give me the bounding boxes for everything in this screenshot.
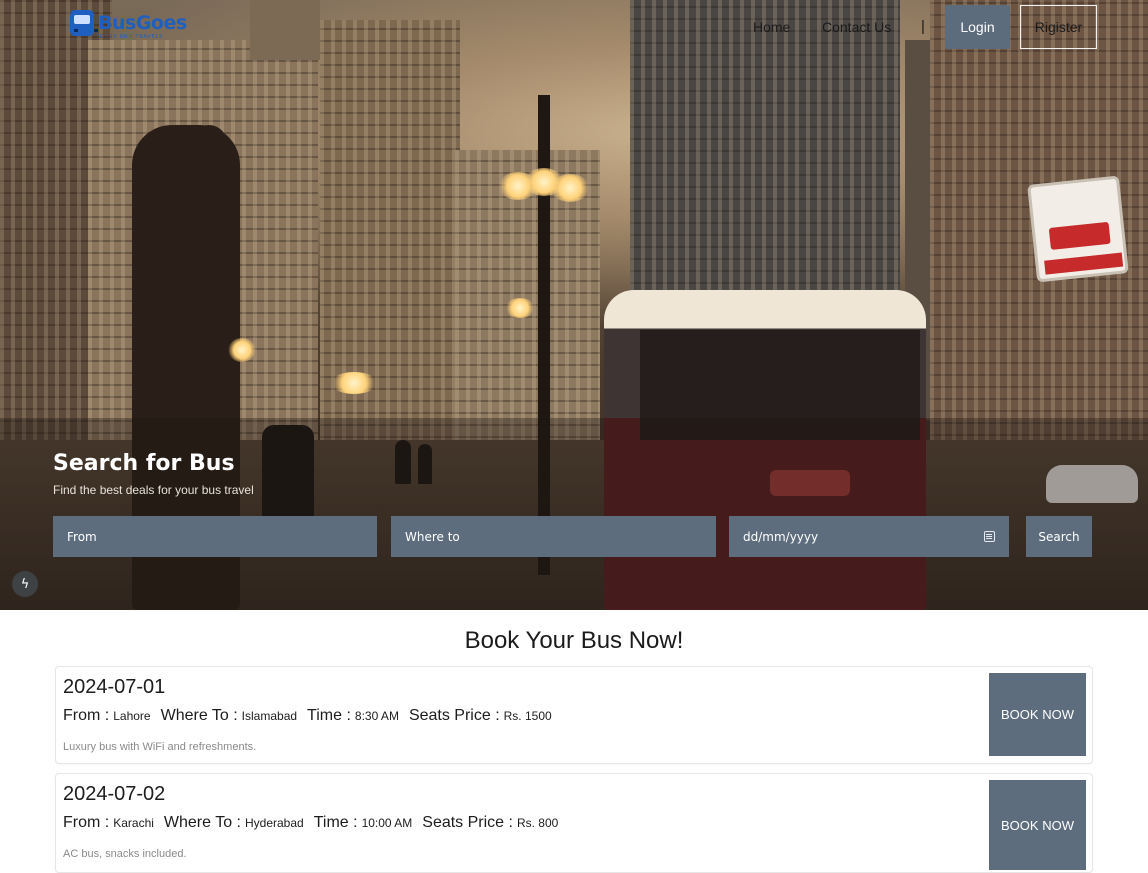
bus-listing-card: 2024-07-01 From : Lahore Where To : Isla… [55,666,1093,764]
listing-description: Luxury bus with WiFi and refreshments. [63,741,257,753]
time-value: 8:30 AM [354,709,399,723]
lightning-bolt-icon[interactable]: ϟ [12,571,38,597]
bus-stop-sign-panel [1048,221,1111,250]
brand-name: BusGoes [98,12,187,34]
to-label: Where To : [163,814,241,831]
price-label: Seats Price : [408,707,500,724]
bus-stop-sign [1027,175,1129,283]
brand-tagline: TOURS AND TRAVELS [96,34,164,40]
lamp-glow [505,298,535,318]
book-now-button[interactable]: BOOK NOW [989,673,1086,756]
book-now-button[interactable]: BOOK NOW [989,780,1086,870]
price-value: Rs. 800 [516,816,559,830]
from-value: Lahore [113,709,151,723]
from-label: From : [63,814,110,831]
from-label: From : [63,707,110,724]
search-button[interactable]: Search [1026,516,1092,557]
price-label: Seats Price : [422,814,513,831]
listing-details: From : Lahore Where To : Islamabad Time … [63,707,562,725]
hero-overlay [0,418,1148,610]
listing-details: From : Karachi Where To : Hyderabad Time… [63,814,568,832]
tow-zone-panel [1044,252,1124,275]
bus-icon [70,10,98,36]
from-input[interactable]: From [53,516,377,557]
listing-date: 2024-07-02 [63,783,166,805]
search-subtitle: Find the best deals for your bus travel [53,483,254,497]
listing-description: AC bus, snacks included. [63,848,187,860]
calendar-icon[interactable] [984,531,995,542]
nav-home-link[interactable]: Home [753,19,790,35]
date-placeholder: dd/mm/yyyy [743,529,819,544]
lamp-glow [228,338,256,362]
brand-logo[interactable]: BusGoes [70,10,187,36]
time-label: Time : [307,707,351,724]
listing-date: 2024-07-01 [63,676,166,698]
to-value: Hyderabad [244,816,304,830]
to-value: Islamabad [241,709,298,723]
statue-head [190,125,228,167]
lamp-glow [330,372,378,394]
to-label: Where To : [160,707,238,724]
date-input[interactable]: dd/mm/yyyy [729,516,1009,557]
price-value: Rs. 1500 [503,709,552,723]
listings-title: Book Your Bus Now! [464,627,684,654]
nav-separator: | [921,18,925,35]
lamp-glow [550,174,590,202]
nav-contact-link[interactable]: Contact Us [822,19,891,35]
login-button[interactable]: Login [945,5,1010,49]
hero-section: BusGoes TOURS AND TRAVELS Home Contact U… [0,0,1148,610]
where-to-input[interactable]: Where to [391,516,716,557]
bus-listing-card: 2024-07-02 From : Karachi Where To : Hyd… [55,773,1093,873]
time-label: Time : [313,814,358,831]
search-title: Search for Bus [53,451,235,476]
navbar: BusGoes TOURS AND TRAVELS Home Contact U… [0,0,1148,56]
time-value: 10:00 AM [361,816,413,830]
register-button[interactable]: Rigister [1020,5,1097,49]
from-value: Karachi [113,816,154,830]
